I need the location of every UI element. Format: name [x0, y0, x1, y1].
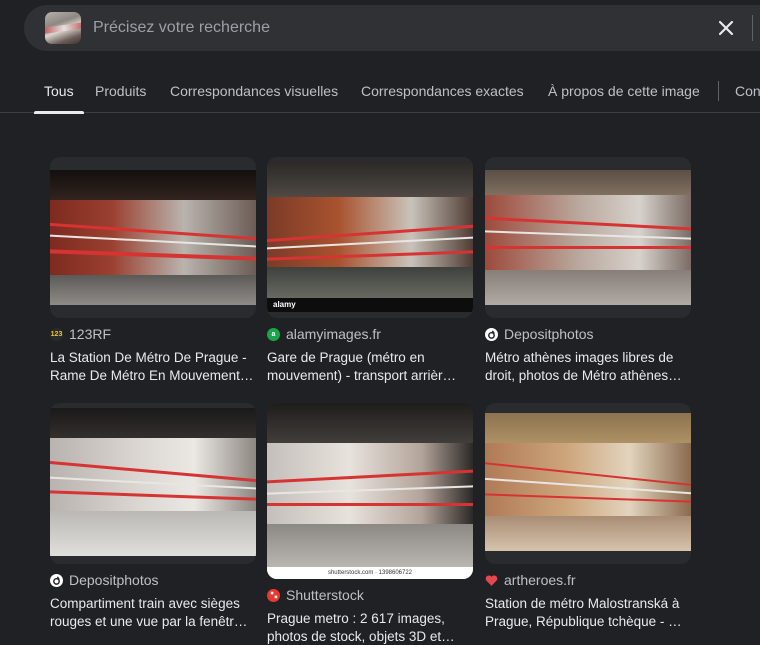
tab-a-propos[interactable]: À propos de cette image — [548, 70, 700, 113]
result-thumbnail[interactable] — [50, 403, 256, 564]
result-title[interactable]: Compartiment train avec sièges rouges et… — [50, 595, 256, 631]
result-title[interactable]: La Station De Métro De Prague - Rame De … — [50, 349, 256, 385]
tab-tous[interactable]: Tous — [34, 70, 84, 114]
result-image — [50, 170, 256, 305]
result-card[interactable]: Depositphotos Compartiment train avec si… — [50, 403, 256, 631]
result-source: Depositphotos — [69, 572, 159, 588]
result-card[interactable]: Depositphotos Métro athènes images libre… — [485, 157, 691, 385]
result-title[interactable]: Métro athènes images libres de droit, ph… — [485, 349, 691, 385]
result-image: alamy — [267, 162, 473, 312]
page: Tous Produits Correspondances visuelles … — [0, 0, 760, 645]
result-source: Depositphotos — [504, 326, 594, 342]
result-image — [50, 408, 256, 556]
result-thumbnail[interactable]: shutterstock.com · 1398606722 — [267, 403, 473, 579]
result-tabs: Tous Produits Correspondances visuelles … — [0, 70, 760, 114]
artheroes-favicon-icon — [485, 574, 498, 587]
result-card[interactable]: 123 123RF La Station De Métro De Prague … — [50, 157, 256, 385]
tab-overflow[interactable]: Con — [735, 70, 760, 113]
shutterstock-watermark: shutterstock.com · 1398606722 — [267, 567, 473, 579]
alamy-watermark: alamy — [273, 300, 296, 309]
result-card[interactable]: alamy a alamyimages.fr Gare de Prague (m… — [267, 157, 473, 385]
result-title[interactable]: Prague metro : 2 617 images, photos de s… — [267, 610, 473, 645]
result-thumbnail[interactable] — [485, 403, 691, 564]
result-source: 123RF — [69, 326, 112, 342]
result-title[interactable]: Station de métro Malostranská à Prague, … — [485, 595, 691, 631]
search-image-thumbnail[interactable] — [45, 12, 81, 44]
result-thumbnail[interactable] — [485, 157, 691, 318]
result-source: artheroes.fr — [504, 572, 576, 588]
depositphotos-favicon-icon — [50, 573, 63, 587]
result-source: alamyimages.fr — [286, 326, 381, 342]
clear-search-button[interactable] — [714, 16, 738, 40]
result-source: Shutterstock — [286, 587, 364, 603]
result-title[interactable]: Gare de Prague (métro en mouvement) - tr… — [267, 349, 473, 385]
depositphotos-favicon-icon — [485, 327, 498, 341]
shutterstock-favicon-icon — [267, 588, 280, 602]
tab-correspondances-exactes[interactable]: Correspondances exactes — [361, 70, 524, 113]
result-card[interactable]: artheroes.fr Station de métro Malostrans… — [485, 403, 691, 631]
search-input[interactable] — [93, 5, 693, 51]
tab-correspondances-visuelles[interactable]: Correspondances visuelles — [170, 70, 338, 113]
result-image — [485, 170, 691, 305]
close-icon — [718, 20, 734, 36]
tabs-divider — [718, 81, 719, 101]
123rf-favicon-icon: 123 — [50, 327, 63, 341]
alamy-favicon-icon: a — [267, 327, 280, 341]
searchbar-divider — [752, 15, 753, 41]
result-card[interactable]: shutterstock.com · 1398606722 Shuttersto… — [267, 403, 473, 645]
tab-produits[interactable]: Produits — [95, 70, 146, 113]
result-thumbnail[interactable]: alamy — [267, 157, 473, 318]
result-image: shutterstock.com · 1398606722 — [267, 403, 473, 579]
result-thumbnail[interactable] — [50, 157, 256, 318]
search-bar — [24, 5, 760, 51]
result-image — [485, 413, 691, 551]
